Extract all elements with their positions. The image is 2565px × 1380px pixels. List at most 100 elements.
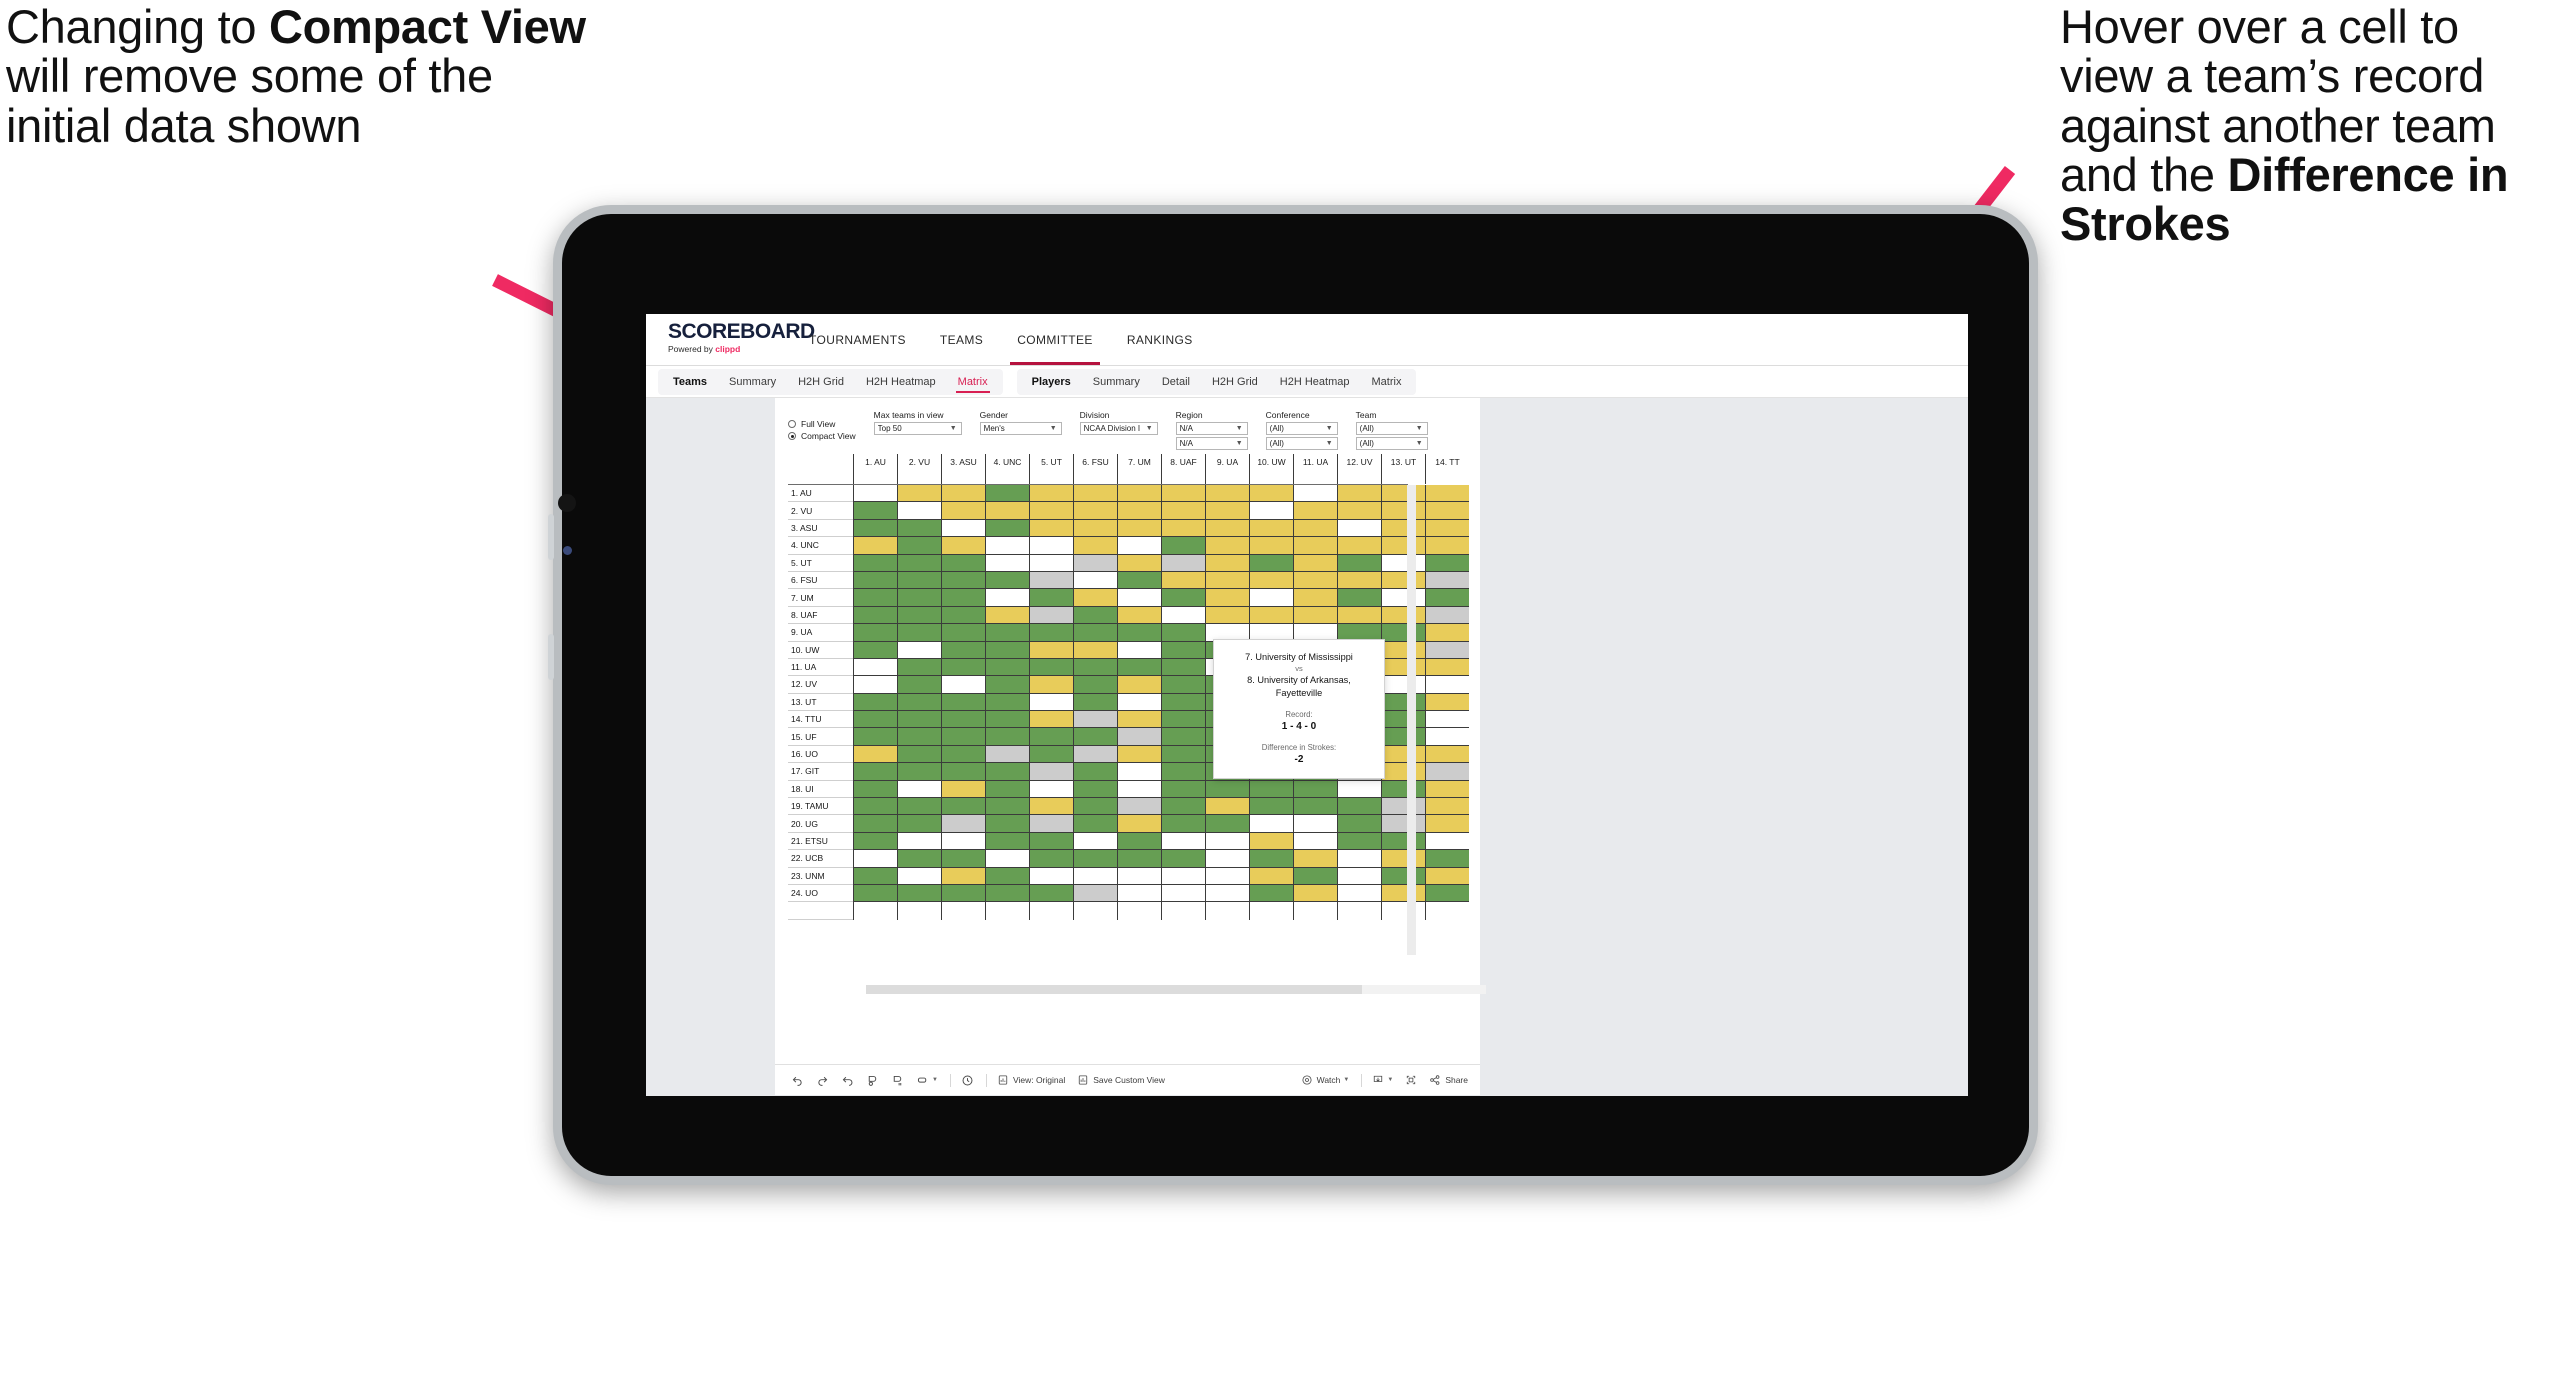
matrix-cell[interactable] [941, 537, 985, 555]
matrix-cell[interactable] [897, 867, 941, 885]
matrix-cell[interactable] [1381, 485, 1425, 503]
matrix-cell[interactable] [1117, 641, 1161, 659]
matrix-cell[interactable] [985, 867, 1029, 885]
matrix-row-label[interactable]: 14. TTU [788, 711, 853, 729]
matrix-row-label[interactable]: 6. FSU [788, 571, 853, 590]
matrix-cell[interactable] [985, 780, 1029, 799]
matrix-cell[interactable] [941, 658, 985, 677]
pause-auto-update-button[interactable] [961, 1074, 974, 1087]
matrix-cell[interactable] [1425, 745, 1469, 764]
matrix-cell[interactable] [985, 711, 1029, 729]
matrix-cell[interactable] [1205, 832, 1249, 851]
radio-compact-view[interactable]: Compact View [788, 431, 856, 441]
matrix-cell[interactable] [897, 798, 941, 816]
tab-players-h2h-heatmap[interactable]: H2H Heatmap [1269, 369, 1361, 395]
matrix-row-label[interactable]: 8. UAF [788, 606, 853, 625]
matrix-vertical-scrollbar[interactable] [1407, 485, 1416, 955]
matrix-row-label[interactable]: 19. TAMU [788, 798, 853, 816]
matrix-cell[interactable] [1293, 606, 1337, 625]
matrix-row-label[interactable]: 17. GIT [788, 763, 853, 781]
matrix-cell[interactable] [1161, 763, 1205, 781]
matrix-cell[interactable] [853, 624, 897, 642]
matrix-cell[interactable] [1205, 589, 1249, 607]
matrix-cell[interactable] [1249, 589, 1293, 607]
matrix-cell[interactable] [853, 728, 897, 746]
matrix-cell[interactable] [1205, 815, 1249, 833]
matrix-cell[interactable] [1381, 745, 1425, 764]
matrix-cell[interactable] [1117, 676, 1161, 694]
matrix-cell[interactable] [897, 780, 941, 799]
matrix-cell[interactable] [897, 850, 941, 868]
matrix-cell[interactable] [1117, 780, 1161, 799]
matrix-cell[interactable] [1425, 780, 1469, 799]
matrix-cell[interactable] [1337, 571, 1381, 590]
matrix-cell[interactable] [1073, 867, 1117, 885]
save-custom-view-button[interactable]: Save Custom View [1077, 1074, 1165, 1086]
filter-division-select[interactable]: NCAA Division I ▼ [1079, 422, 1158, 435]
pause-refresh-button[interactable] [866, 1074, 879, 1087]
matrix-cell[interactable] [1029, 745, 1073, 764]
matrix-column-header[interactable]: 9. UA [1205, 454, 1249, 484]
matrix-cell[interactable] [1073, 711, 1117, 729]
matrix-cell[interactable] [1161, 658, 1205, 677]
matrix-cell[interactable] [1205, 502, 1249, 520]
matrix-cell[interactable] [985, 658, 1029, 677]
matrix-cell[interactable] [941, 867, 985, 885]
matrix-cell[interactable] [853, 745, 897, 764]
matrix-row-label[interactable]: 16. UO [788, 745, 853, 764]
matrix-cell[interactable] [1293, 798, 1337, 816]
filter-region-select-1[interactable]: N/A ▼ [1175, 422, 1248, 435]
matrix-column-header[interactable]: 12. UV [1337, 454, 1381, 484]
matrix-cell[interactable] [1249, 554, 1293, 572]
matrix-cell[interactable] [1161, 728, 1205, 746]
matrix-cell[interactable] [1381, 589, 1425, 607]
matrix-cell[interactable] [1117, 485, 1161, 503]
filter-conference-select-2[interactable]: (All) ▼ [1265, 437, 1338, 450]
revert-button[interactable] [841, 1074, 854, 1087]
matrix-cell[interactable] [941, 711, 985, 729]
matrix-cell[interactable] [1073, 693, 1117, 712]
matrix-cell[interactable] [1249, 798, 1293, 816]
matrix-column-header[interactable]: 14. TT [1425, 454, 1469, 484]
matrix-cell[interactable] [1117, 884, 1161, 903]
matrix-row-label[interactable]: 15. UF [788, 728, 853, 746]
matrix-cell[interactable] [1029, 641, 1073, 659]
matrix-cell[interactable] [1029, 502, 1073, 520]
matrix-cell[interactable] [985, 485, 1029, 503]
matrix-cell[interactable] [1205, 884, 1249, 903]
matrix-cell[interactable] [985, 571, 1029, 590]
matrix-cell[interactable] [1381, 519, 1425, 538]
matrix-cell[interactable] [1337, 798, 1381, 816]
matrix-row-label[interactable]: 9. UA [788, 624, 853, 642]
matrix-cell[interactable] [1161, 676, 1205, 694]
matrix-cell[interactable] [1117, 867, 1161, 885]
matrix-cell[interactable] [1117, 519, 1161, 538]
matrix-cell[interactable] [897, 571, 941, 590]
matrix-cell[interactable] [853, 519, 897, 538]
matrix-cell[interactable] [1117, 589, 1161, 607]
tablet-volume-down-button[interactable] [548, 634, 554, 680]
redo-button[interactable] [816, 1074, 829, 1087]
matrix-cell[interactable] [1029, 554, 1073, 572]
matrix-column-header[interactable]: 8. UAF [1161, 454, 1205, 484]
matrix-cell[interactable] [1293, 884, 1337, 903]
matrix-column-header[interactable]: 1. AU [853, 454, 897, 484]
matrix-cell[interactable] [1293, 589, 1337, 607]
matrix-cell[interactable] [985, 502, 1029, 520]
matrix-row-label[interactable]: 7. UM [788, 589, 853, 607]
matrix-cell[interactable] [1425, 571, 1469, 590]
matrix-cell[interactable] [941, 606, 985, 625]
matrix-row-label[interactable]: 3. ASU [788, 519, 853, 538]
matrix-column-header[interactable]: 2. VU [897, 454, 941, 484]
matrix-cell[interactable] [1425, 502, 1469, 520]
matrix-cell[interactable] [853, 711, 897, 729]
matrix-cell[interactable] [1381, 850, 1425, 868]
matrix-cell[interactable] [897, 676, 941, 694]
matrix-cell[interactable] [1381, 867, 1425, 885]
matrix-cell[interactable] [1117, 711, 1161, 729]
matrix-cell[interactable] [1029, 815, 1073, 833]
matrix-cell[interactable] [1161, 554, 1205, 572]
matrix-cell[interactable] [897, 745, 941, 764]
matrix-cell[interactable] [897, 711, 941, 729]
matrix-cell[interactable] [941, 728, 985, 746]
